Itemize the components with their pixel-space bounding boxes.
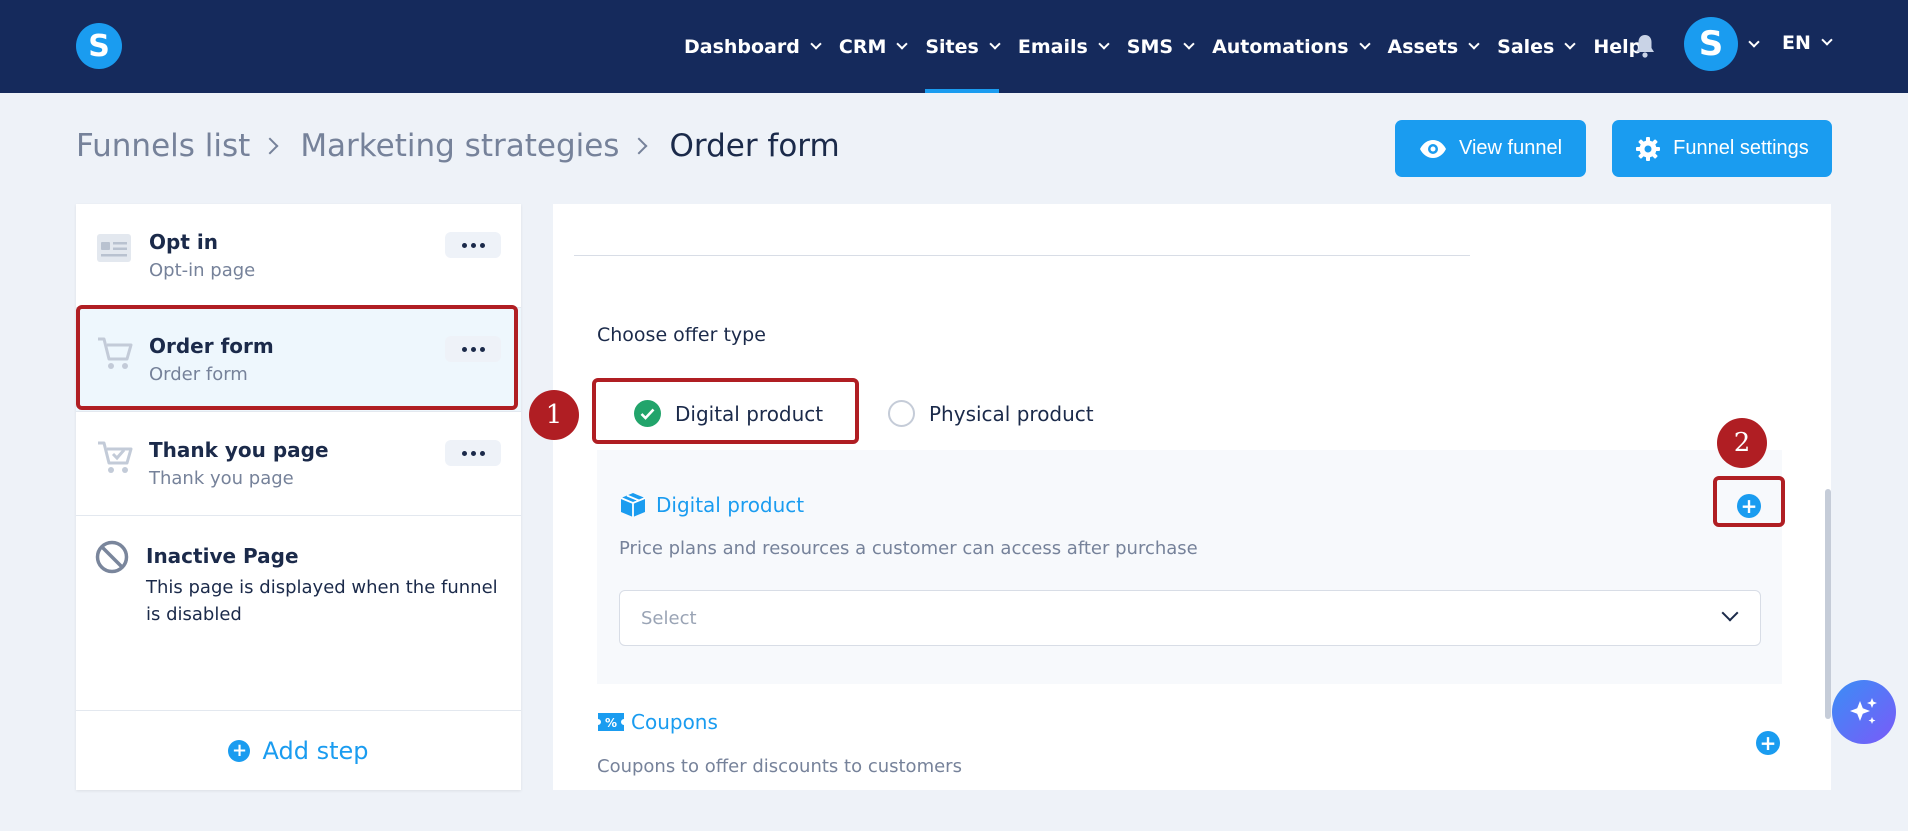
nav-sales[interactable]: Sales <box>1497 0 1577 93</box>
more-options-button[interactable] <box>445 232 501 258</box>
radio-circle-icon <box>888 400 915 427</box>
funnel-steps-panel: Opt in Opt-in page Order form Order form… <box>76 204 521 790</box>
digital-product-heading: Digital product <box>619 492 804 518</box>
step-title: Thank you page <box>149 438 329 462</box>
nav-sites[interactable]: Sites <box>925 0 1001 93</box>
inactive-page-description: This page is displayed when the funnel i… <box>146 577 498 625</box>
nav-label: Emails <box>1017 35 1088 58</box>
add-step-button[interactable]: + Add step <box>76 710 521 790</box>
plus-circle-icon: + <box>228 739 251 762</box>
step-opt-in[interactable]: Opt in Opt-in page <box>76 204 521 308</box>
nav-crm[interactable]: CRM <box>838 0 909 93</box>
coupons-title: Coupons <box>631 710 718 734</box>
chevron-down-icon <box>1821 34 1833 46</box>
gear-icon <box>1636 136 1661 161</box>
chevron-down-icon <box>1098 37 1110 50</box>
chevron-down-icon <box>1183 37 1195 50</box>
highlight-add-digital-product <box>1713 476 1785 527</box>
chevron-down-icon <box>810 37 822 50</box>
step-title: Opt in <box>149 230 218 254</box>
chevron-down-icon[interactable] <box>1748 36 1760 48</box>
digital-product-title: Digital product <box>656 493 805 517</box>
bell-icon[interactable] <box>1633 33 1657 59</box>
digital-product-description: Price plans and resources a customer can… <box>619 538 1198 559</box>
highlight-digital-product-option <box>592 378 859 444</box>
inactive-page-title: Inactive Page <box>146 544 299 568</box>
sparkles-icon <box>1850 698 1877 724</box>
inactive-page-step[interactable]: Inactive Page This page is displayed whe… <box>76 516 521 712</box>
top-navbar: S Dashboard CRM Sites Emails SMS Automat… <box>0 0 1908 93</box>
nav-label: Sales <box>1497 35 1555 58</box>
nav-label: SMS <box>1126 35 1174 58</box>
cart-check-icon <box>98 441 133 473</box>
view-funnel-button[interactable]: View funnel <box>1395 120 1586 177</box>
highlight-order-form-step <box>76 305 518 410</box>
chevron-right-icon <box>630 137 648 155</box>
coupons-heading: % Coupons <box>597 710 718 734</box>
chevron-down-icon <box>1721 604 1739 622</box>
opt-in-page-icon <box>97 234 131 262</box>
coupons-description: Coupons to offer discounts to customers <box>597 756 962 777</box>
breadcrumb-marketing-strategies[interactable]: Marketing strategies <box>300 128 619 164</box>
digital-product-select[interactable]: Select <box>619 590 1761 646</box>
more-options-button[interactable] <box>445 440 501 466</box>
ai-assistant-button[interactable] <box>1832 680 1896 744</box>
svg-text:%: % <box>605 716 617 730</box>
step-badge-2: 2 <box>1717 418 1767 468</box>
select-placeholder: Select <box>641 608 697 629</box>
nav-dashboard[interactable]: Dashboard <box>684 0 822 93</box>
offer-type-label: Choose offer type <box>597 324 766 346</box>
scrollbar[interactable] <box>1825 489 1831 719</box>
page-title: Order form <box>669 128 840 164</box>
view-funnel-label: View funnel <box>1458 137 1563 159</box>
box-icon <box>620 493 646 517</box>
chevron-down-icon <box>1564 37 1577 50</box>
main-nav: Dashboard CRM Sites Emails SMS Automatio… <box>684 0 1661 93</box>
nav-label: CRM <box>838 35 887 58</box>
digital-product-section: Digital product Price plans and resource… <box>597 450 1782 684</box>
step-badge-1: 1 <box>529 390 579 440</box>
chevron-right-icon <box>261 137 279 155</box>
user-avatar[interactable]: S <box>1684 17 1738 71</box>
disabled-icon <box>95 540 129 574</box>
chevron-down-icon <box>989 37 1001 50</box>
add-step-label: Add step <box>262 736 369 765</box>
language-label: EN <box>1782 32 1811 54</box>
step-settings-panel: Choose offer type Digital product Physic… <box>553 204 1831 790</box>
breadcrumb-funnels-list[interactable]: Funnels list <box>76 128 250 164</box>
divider <box>574 255 1470 256</box>
chevron-down-icon <box>896 37 909 50</box>
nav-label: Sites <box>925 35 979 58</box>
chevron-down-icon <box>1468 37 1480 50</box>
nav-emails[interactable]: Emails <box>1017 0 1110 93</box>
add-coupon-button[interactable]: + <box>1756 731 1780 755</box>
nav-label: Automations <box>1212 35 1349 58</box>
funnel-settings-label: Funnel settings <box>1673 137 1809 159</box>
coupon-icon: % <box>598 713 624 731</box>
eye-icon <box>1419 139 1446 158</box>
funnel-settings-button[interactable]: Funnel settings <box>1612 120 1832 177</box>
nav-sms[interactable]: SMS <box>1126 0 1195 93</box>
offer-physical-product-radio[interactable]: Physical product <box>888 400 1094 427</box>
radio-label: Physical product <box>929 401 1094 426</box>
step-subtitle: Opt-in page <box>149 260 256 281</box>
nav-label: Assets <box>1387 35 1459 58</box>
nav-label: Dashboard <box>684 35 800 58</box>
nav-assets[interactable]: Assets <box>1387 0 1480 93</box>
chevron-down-icon <box>1358 37 1371 50</box>
step-subtitle: Thank you page <box>149 468 294 489</box>
step-thank-you-page[interactable]: Thank you page Thank you page <box>76 412 521 516</box>
app-logo[interactable]: S <box>76 23 122 69</box>
breadcrumb: Funnels list Marketing strategies Order … <box>76 128 840 164</box>
nav-automations[interactable]: Automations <box>1212 0 1371 93</box>
language-selector[interactable]: EN <box>1782 32 1833 54</box>
